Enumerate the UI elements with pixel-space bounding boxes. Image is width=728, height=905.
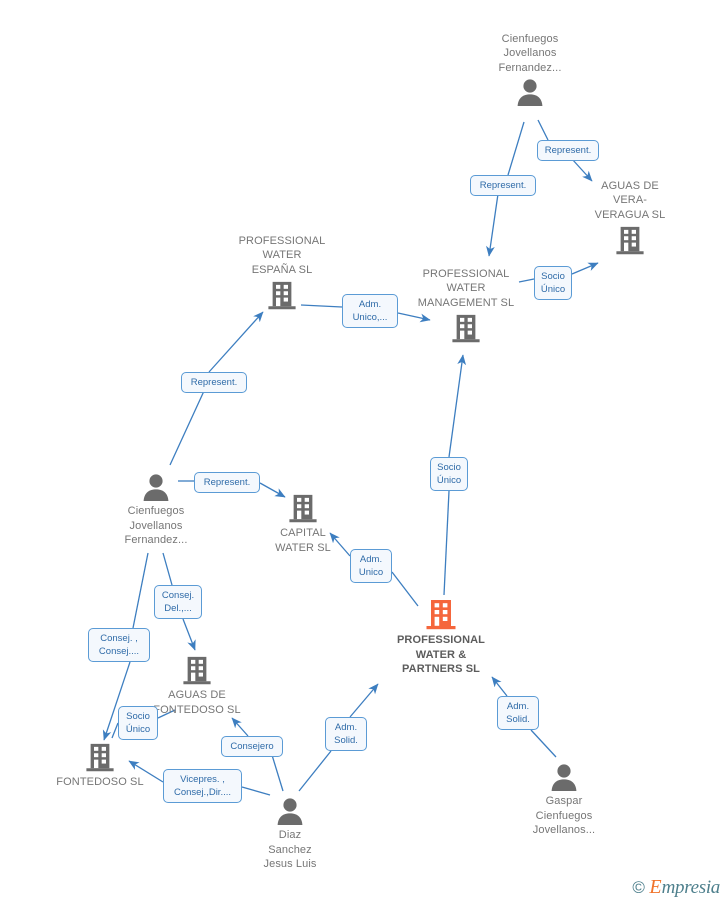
watermark: © Empresia — [632, 876, 720, 899]
edge-n5-n9-a — [132, 552, 149, 629]
edge-n1-n3-a — [507, 121, 525, 176]
node-label: Diaz Sanchez Jesus Luis — [263, 829, 317, 870]
edge-label-l1[interactable]: Represent. — [537, 140, 599, 161]
brand-name: mpresia — [661, 877, 721, 898]
company-building-icon — [289, 494, 317, 523]
graph-node-n10[interactable]: Diaz Sanchez Jesus Luis — [235, 797, 345, 872]
node-label: PROFESSIONAL WATER MANAGEMENT SL — [417, 267, 515, 309]
graph-node-n2[interactable]: AGUAS DE VERA- VERAGUA SL — [575, 179, 685, 256]
edge-n1-n2-a — [537, 119, 549, 141]
node-label: AGUAS DE FONTEDOSO SL — [153, 689, 241, 716]
edge-label-l10[interactable]: Consej. , Consej.... — [88, 628, 150, 662]
company-building-icon — [426, 600, 456, 630]
edge-n10-n7-b — [349, 683, 379, 718]
edge-label-l14[interactable]: Adm. Solid. — [325, 717, 367, 751]
edge-label-l12[interactable]: Consejero — [221, 736, 283, 757]
node-label: PROFESSIONAL WATER ESPAÑA SL — [238, 234, 326, 276]
edge-n5-n4-a — [169, 390, 205, 466]
node-label: Gaspar Cienfuegos Jovellanos... — [532, 795, 596, 836]
person-icon — [277, 798, 303, 825]
node-label: Cienfuegos Jovellanos Fernandez... — [498, 32, 562, 74]
node-label: FONTEDOSO SL — [56, 776, 144, 788]
edge-n5-n4-b — [208, 311, 264, 373]
edge-label-l5[interactable]: Represent. — [181, 372, 247, 393]
person-icon — [143, 474, 169, 501]
edge-n3-n2-a — [518, 278, 535, 283]
company-building-icon — [183, 656, 211, 685]
edge-n1-n3-b — [486, 193, 499, 257]
edge-n5-n8-a — [162, 552, 173, 586]
edge-label-l9[interactable]: Consej. Del.,... — [154, 585, 202, 619]
edge-label-l15[interactable]: Adm. Solid. — [497, 696, 539, 730]
company-building-icon — [86, 743, 114, 772]
node-label: AGUAS DE VERA- VERAGUA SL — [594, 179, 666, 221]
graph-node-n1[interactable]: Cienfuegos Jovellanos Fernandez... — [475, 32, 585, 106]
edge-label-l4[interactable]: Adm. Unico,... — [342, 294, 398, 328]
graph-node-n4[interactable]: PROFESSIONAL WATER ESPAÑA SL — [227, 234, 337, 311]
company-building-icon — [452, 314, 480, 343]
graph-node-n6[interactable]: CAPITAL WATER SL — [248, 493, 358, 555]
graph-node-n11[interactable]: Gaspar Cienfuegos Jovellanos... — [509, 763, 619, 838]
edge-label-l8[interactable]: Adm. Unico — [350, 549, 392, 583]
brand-initial: E — [649, 876, 662, 898]
edge-n11-n7-a — [530, 729, 557, 758]
edge-n10-n8-a — [271, 754, 284, 792]
ownership-graph-canvas[interactable]: Cienfuegos Jovellanos Fernandez... AGUAS … — [0, 0, 728, 905]
edge-label-l13[interactable]: Vicepres. , Consej.,Dir.... — [163, 769, 242, 803]
edge-label-l7[interactable]: Socio Único — [430, 457, 468, 491]
graph-node-n3[interactable]: PROFESSIONAL WATER MANAGEMENT SL — [411, 267, 521, 344]
edge-n3-n2-b — [571, 262, 599, 275]
graph-node-n7[interactable]: PROFESSIONAL WATER & PARTNERS SL — [386, 598, 496, 677]
copyright-icon: © — [632, 878, 645, 897]
node-label: Cienfuegos Jovellanos Fernandez... — [124, 505, 188, 546]
company-building-icon — [268, 281, 296, 310]
edge-n10-n7-a — [298, 750, 332, 792]
edge-n10-n9-a — [241, 786, 271, 796]
node-label: PROFESSIONAL WATER & PARTNERS SL — [397, 634, 485, 675]
person-icon — [551, 764, 577, 791]
graph-node-n8[interactable]: AGUAS DE FONTEDOSO SL — [142, 655, 252, 717]
node-label: CAPITAL WATER SL — [275, 527, 331, 554]
edge-n11-n7-b — [491, 676, 508, 697]
edge-n5-n8-b — [182, 618, 196, 651]
edge-label-l2[interactable]: Represent. — [470, 175, 536, 196]
edge-label-l3[interactable]: Socio Único — [534, 266, 572, 300]
edge-label-l6[interactable]: Represent. — [194, 472, 260, 493]
person-icon — [517, 79, 543, 106]
edge-n10-n8-b — [231, 717, 249, 737]
edge-n7-n3-b — [448, 354, 467, 458]
company-building-icon — [616, 226, 644, 255]
edge-label-l11[interactable]: Socio Único — [118, 706, 158, 740]
edge-n7-n3-a — [443, 490, 450, 596]
graph-node-n9[interactable]: FONTEDOSO SL — [45, 742, 155, 790]
